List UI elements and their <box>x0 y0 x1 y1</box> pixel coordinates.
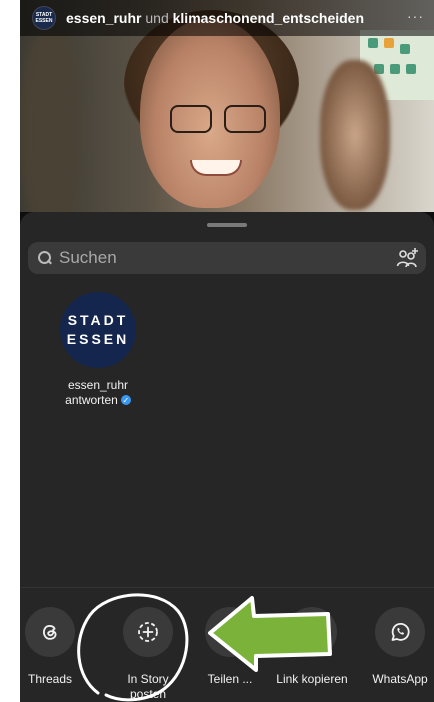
arrow-annotation-icon <box>208 596 332 672</box>
threads-button[interactable] <box>25 607 75 657</box>
share-label: Teilen ... <box>207 672 253 686</box>
whatsapp-label: WhatsApp <box>372 672 428 686</box>
header-title: essen_ruhr und klimaschonend_entscheiden <box>66 10 364 26</box>
header-account-2[interactable]: klimaschonend_entscheiden <box>173 10 364 26</box>
contact-avatar: STADT ESSEN <box>60 292 136 368</box>
background-person <box>320 60 390 210</box>
avatar-text-line1: STADT <box>67 312 129 328</box>
avatar-text-line2: ESSEN <box>66 331 130 347</box>
whatsapp-icon <box>391 623 410 641</box>
search-input[interactable]: Suchen <box>28 242 426 274</box>
copy-link-label: Link kopieren <box>276 672 348 686</box>
threads-icon <box>43 625 57 640</box>
whatsapp-button[interactable] <box>375 607 425 657</box>
verified-icon: ✓ <box>120 395 131 405</box>
contact-action: antworten ✓ <box>50 393 146 407</box>
action-whatsapp[interactable]: WhatsApp <box>358 607 434 687</box>
sheet-drag-handle[interactable] <box>207 223 247 227</box>
contact-essen-ruhr[interactable]: STADT ESSEN essen_ruhr antworten ✓ <box>50 292 146 407</box>
search-placeholder: Suchen <box>59 248 117 267</box>
header-account-1[interactable]: essen_ruhr <box>66 10 141 26</box>
contact-action-label: antworten <box>65 393 118 407</box>
post-header: STADT ESSEN essen_ruhr und klimaschonend… <box>20 0 434 36</box>
glasses <box>170 105 266 133</box>
contact-name: essen_ruhr <box>67 378 129 392</box>
header-conjunction: und <box>145 10 169 26</box>
header-avatar[interactable]: STADT ESSEN <box>32 6 56 30</box>
more-options-icon[interactable]: ··· <box>407 8 424 24</box>
search-icon <box>38 251 52 265</box>
highlight-circle-annotation <box>77 593 189 702</box>
add-people-icon[interactable] <box>396 246 420 270</box>
